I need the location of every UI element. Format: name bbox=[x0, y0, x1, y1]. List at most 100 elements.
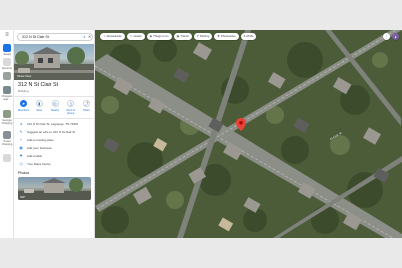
business-icon: ▦ bbox=[19, 146, 23, 150]
rail-item-label: Smart Charging bbox=[1, 140, 13, 146]
directions-button[interactable]: ➤ Directions bbox=[17, 100, 30, 116]
action-label: Share bbox=[83, 108, 90, 112]
transit-icon: ▣ bbox=[176, 34, 180, 39]
more-icon bbox=[3, 154, 11, 162]
apps-grid-icon: ⋮ bbox=[384, 34, 389, 39]
satellite-imagery bbox=[95, 30, 402, 238]
atm-icon: $ bbox=[243, 34, 246, 39]
add-business-text: Add your business bbox=[27, 146, 52, 150]
chip-hotels[interactable]: ▭ Hotels bbox=[126, 33, 145, 40]
nearby-button[interactable]: ◎ Nearby bbox=[49, 100, 62, 116]
chip-atms[interactable]: $ ATMs bbox=[240, 33, 257, 40]
address-text: 312 N St Clair St, Lagrange, TN 76490 bbox=[27, 122, 79, 126]
add-missing-place-row[interactable]: + Add a missing place bbox=[18, 137, 94, 143]
account-controls: ⋮ ● bbox=[383, 33, 399, 40]
add-label-row[interactable]: ⚑ Add a label bbox=[18, 153, 94, 159]
chip-pharmacies[interactable]: ✚ Pharmacies bbox=[214, 33, 239, 40]
rail-item-recent-place[interactable] bbox=[0, 72, 14, 81]
phone-icon: ▯ bbox=[67, 100, 75, 107]
chip-things-to-do[interactable]: ◉ Things to do bbox=[146, 33, 172, 40]
category-chips: ⊥ Restaurants ▭ Hotels ◉ Things to do ▣ Tran… bbox=[100, 33, 257, 40]
divider bbox=[14, 118, 94, 119]
thumbnail-icon bbox=[3, 110, 11, 118]
address-row[interactable]: ● 312 N St Clair St, Lagrange, TN 76490 bbox=[18, 121, 94, 127]
place-category: Building bbox=[18, 89, 29, 93]
menu-button[interactable]: ≡ bbox=[0, 32, 14, 40]
photo-scene bbox=[18, 178, 91, 200]
action-label: Save bbox=[36, 108, 43, 112]
search-box[interactable]: 312 N St Clair St ⌕ ✕ bbox=[17, 33, 93, 41]
thumbnail-icon bbox=[3, 131, 11, 139]
history-icon: ◷ bbox=[19, 162, 23, 166]
chip-restaurants[interactable]: ⊥ Restaurants bbox=[100, 33, 125, 40]
rail-item-recents[interactable]: Recents bbox=[0, 58, 14, 70]
chip-label: Restaurants bbox=[106, 34, 122, 39]
suggest-edit-text: Suggest an edit on 312 N St Clair St bbox=[27, 130, 76, 134]
share-icon: ⤴ bbox=[83, 100, 90, 107]
parking-icon: P bbox=[196, 34, 199, 39]
bookmark-icon: ▮ bbox=[35, 100, 43, 107]
maps-history-text: Your Maps history bbox=[27, 162, 51, 166]
photos-heading: Photos bbox=[18, 171, 30, 175]
hotel-icon: ▭ bbox=[129, 34, 133, 39]
bookmark-icon bbox=[3, 44, 11, 52]
directions-icon: ➤ bbox=[20, 100, 27, 107]
add-business-row[interactable]: ▦ Add your business bbox=[18, 145, 94, 151]
add-label-text: Add a label bbox=[27, 154, 43, 158]
rail-item-georgia[interactable]: Georgia Charging bbox=[0, 110, 14, 125]
left-rail: ≡ Saved Recents Chargers near ... Georgi… bbox=[0, 30, 14, 238]
chip-transit[interactable]: ▣ Transit bbox=[173, 33, 192, 40]
rail-item-label: Recents bbox=[2, 67, 12, 70]
chip-label: ATMs bbox=[246, 34, 254, 39]
rail-item-label: Georgia Charging bbox=[1, 119, 13, 125]
divider bbox=[14, 96, 94, 97]
thumbnail-icon bbox=[3, 72, 11, 80]
send-to-phone-button[interactable]: ▯ Send to phone bbox=[64, 100, 77, 116]
action-label: Nearby bbox=[50, 108, 60, 112]
photo-label: 360° bbox=[20, 195, 26, 199]
action-label: Directions bbox=[17, 108, 30, 112]
rail-item-smart[interactable]: Smart Charging bbox=[0, 131, 14, 146]
thumbnail-icon bbox=[3, 86, 11, 94]
place-pin-icon[interactable] bbox=[236, 118, 246, 131]
chip-label: Pharmacies bbox=[220, 34, 236, 39]
save-button[interactable]: ▮ Save bbox=[33, 100, 46, 116]
satellite-map[interactable]: St Clair St bbox=[95, 30, 402, 238]
chip-label: Parking bbox=[199, 34, 210, 39]
street-view-image[interactable]: Street View bbox=[14, 44, 94, 80]
action-buttons: ➤ Directions ▮ Save ◎ Nearby ▯ Send to p… bbox=[17, 100, 93, 116]
add-missing-place-text: Add a missing place bbox=[27, 138, 54, 142]
history-icon bbox=[3, 58, 11, 66]
photo-thumbnail[interactable]: 360° bbox=[18, 177, 91, 200]
rail-item-label: Chargers near ... bbox=[1, 95, 13, 101]
pin-icon: ● bbox=[19, 122, 23, 126]
place-title: 312 N St Clair St bbox=[18, 82, 59, 88]
chip-label: Things to do bbox=[153, 34, 169, 39]
share-button[interactable]: ⤴ Share bbox=[80, 100, 93, 116]
close-icon[interactable]: ✕ bbox=[87, 33, 92, 41]
camera-icon: ◉ bbox=[149, 34, 153, 39]
account-avatar[interactable]: ● bbox=[392, 33, 399, 40]
avatar-icon: ● bbox=[394, 34, 397, 39]
rail-item-label: Saved bbox=[3, 53, 11, 56]
place-panel: 312 N St Clair St ⌕ ✕ Street View 312 N … bbox=[14, 30, 95, 238]
street-view-label: Street View bbox=[17, 74, 32, 78]
suggest-edit-row[interactable]: ✎ Suggest an edit on 312 N St Clair St bbox=[18, 129, 94, 135]
nearby-icon: ◎ bbox=[51, 100, 59, 107]
menu-icon: ≡ bbox=[5, 32, 9, 38]
chip-parking[interactable]: P Parking bbox=[193, 33, 213, 40]
chip-label: Hotels bbox=[133, 34, 142, 39]
label-icon: ⚑ bbox=[19, 154, 23, 158]
search-input[interactable]: 312 N St Clair St bbox=[22, 35, 82, 39]
maps-history-row[interactable]: ◷ Your Maps history bbox=[18, 161, 94, 167]
maps-window: ≡ Saved Recents Chargers near ... Georgi… bbox=[0, 30, 402, 238]
rail-item-saved[interactable]: Saved bbox=[0, 44, 14, 56]
pharmacy-icon: ✚ bbox=[217, 34, 220, 39]
add-place-icon: + bbox=[20, 138, 22, 142]
fork-icon: ⊥ bbox=[103, 34, 106, 39]
apps-button[interactable]: ⋮ bbox=[383, 33, 390, 40]
edit-icon: ✎ bbox=[19, 130, 23, 134]
chip-label: Transit bbox=[180, 34, 189, 39]
rail-item-chargers[interactable]: Chargers near ... bbox=[0, 86, 14, 101]
rail-item-more[interactable] bbox=[0, 154, 14, 163]
